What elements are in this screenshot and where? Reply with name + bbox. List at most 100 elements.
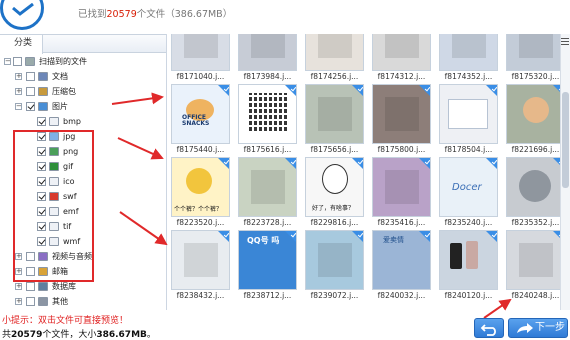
thumbnail-item[interactable]: OFFICE SNACKS f8175440.j... xyxy=(171,84,230,156)
thumbnail-image[interactable]: QQ号 吗 xyxy=(238,230,297,290)
thumbnail-item[interactable]: f8223728.j... xyxy=(238,157,297,229)
selected-check-icon[interactable] xyxy=(419,85,430,96)
thumbnail-item[interactable]: f8171040.j... xyxy=(171,34,230,83)
checkbox[interactable] xyxy=(26,282,35,291)
selected-check-icon[interactable] xyxy=(553,85,560,96)
collapse-toggle[interactable]: − xyxy=(15,103,22,110)
selected-check-icon[interactable] xyxy=(218,85,229,96)
thumbnail-image[interactable] xyxy=(372,157,431,217)
file-name: f8223728.j... xyxy=(243,218,292,227)
qq-text: QQ号 吗 xyxy=(247,236,280,245)
thumbnail-item[interactable]: f8174256.j... xyxy=(305,34,364,83)
other-icon xyxy=(38,297,48,306)
selected-check-icon[interactable] xyxy=(352,231,363,242)
tab-category[interactable]: 分类 xyxy=(0,35,44,54)
selected-check-icon[interactable] xyxy=(352,158,363,169)
thumbnail-item[interactable]: QQ号 吗 f8238712.j... xyxy=(238,230,297,302)
thumbnail-image[interactable] xyxy=(439,34,498,71)
thumbnail-image[interactable]: 爱卖情 xyxy=(372,230,431,290)
thumbnail-item[interactable]: f8240248.j... xyxy=(506,230,560,302)
thumbnail-image[interactable] xyxy=(506,230,560,290)
qr-code-rows xyxy=(249,93,287,131)
selected-check-icon[interactable] xyxy=(218,158,229,169)
checkbox[interactable] xyxy=(26,102,35,111)
back-button[interactable] xyxy=(474,318,504,338)
tree-item-2[interactable]: − 图片 xyxy=(0,99,166,114)
file-name: f8175800.j... xyxy=(377,145,426,154)
tree-root[interactable]: − 扫描到的文件 xyxy=(0,54,166,69)
found-count: 20579 xyxy=(106,9,137,20)
thumbnail-item[interactable]: f8238432.j... xyxy=(171,230,230,302)
tree-item-0[interactable]: + 文档 xyxy=(0,69,166,84)
view-menu-icon[interactable] xyxy=(561,38,569,45)
checkbox[interactable] xyxy=(26,87,35,96)
selected-check-icon[interactable] xyxy=(486,85,497,96)
tree-item-bmp[interactable]: bmp xyxy=(0,114,166,129)
selected-check-icon[interactable] xyxy=(352,85,363,96)
checkbox[interactable] xyxy=(13,57,22,66)
thumbnail-image[interactable]: OFFICE SNACKS xyxy=(171,84,230,144)
selected-check-icon[interactable] xyxy=(553,231,560,242)
selected-check-icon[interactable] xyxy=(285,158,296,169)
sign-text: 爱卖情 xyxy=(383,236,404,244)
thumbnail-item[interactable]: Docer f8235240.j... xyxy=(439,157,498,229)
thumbnail-item[interactable]: 个个裤？个个裤？ f8223520.j... xyxy=(171,157,230,229)
thumbnail-item[interactable]: f8239072.j... xyxy=(305,230,364,302)
thumbnail-item[interactable]: f8174352.j... xyxy=(439,34,498,83)
checkbox[interactable] xyxy=(26,72,35,81)
tree-item-1[interactable]: + 压缩包 xyxy=(0,84,166,99)
thumbnail-image[interactable] xyxy=(305,34,364,71)
thumbnail-image[interactable] xyxy=(506,34,560,71)
expand-toggle[interactable]: + xyxy=(15,73,22,80)
thumbnail-item[interactable]: f8240120.j... xyxy=(439,230,498,302)
thumbnail-image[interactable]: 个个裤？个个裤？ xyxy=(171,157,230,217)
thumbnail-item[interactable]: f8235416.j... xyxy=(372,157,431,229)
thumbnail-image[interactable] xyxy=(238,84,297,144)
thumbnail-item[interactable]: f8175800.j... xyxy=(372,84,431,156)
vertical-scrollbar[interactable] xyxy=(560,34,570,310)
thumbnail-item[interactable]: f8175616.j... xyxy=(238,84,297,156)
thumbnail-image[interactable]: 好了，有啥事？ xyxy=(305,157,364,217)
thumbnail-image[interactable] xyxy=(238,157,297,217)
expand-toggle[interactable]: + xyxy=(15,283,22,290)
expand-toggle[interactable]: + xyxy=(15,88,22,95)
thumbnail-image[interactable] xyxy=(238,34,297,71)
thumbnail-image[interactable] xyxy=(372,84,431,144)
thumbnail-image[interactable] xyxy=(305,84,364,144)
checkbox[interactable] xyxy=(37,117,46,126)
thumbnail-image[interactable] xyxy=(439,84,498,144)
thumbnail-image[interactable] xyxy=(506,157,560,217)
thumbnail-image[interactable] xyxy=(171,230,230,290)
checkbox[interactable] xyxy=(26,297,35,306)
thumbnail-item[interactable]: f8175320.j... xyxy=(506,34,560,83)
thumbnail-item[interactable]: f8174312.j... xyxy=(372,34,431,83)
thumbnail-image[interactable] xyxy=(171,34,230,71)
thumbnail-image[interactable] xyxy=(305,230,364,290)
thumbnail-image[interactable] xyxy=(439,230,498,290)
next-step-button[interactable]: 下一步 xyxy=(508,318,568,338)
thumbnail-image[interactable]: Docer xyxy=(439,157,498,217)
thumbnail-item[interactable]: 好了，有啥事？ f8229816.j... xyxy=(305,157,364,229)
thumbnail-item[interactable]: f8235352.j... xyxy=(506,157,560,229)
selected-check-icon[interactable] xyxy=(285,231,296,242)
tree-item-bottom-3[interactable]: + 其他 xyxy=(0,294,166,309)
selected-check-icon[interactable] xyxy=(218,231,229,242)
thumbnail-item[interactable]: f8221696.j... xyxy=(506,84,560,156)
photo-content xyxy=(318,34,352,58)
selected-check-icon[interactable] xyxy=(419,231,430,242)
thumbnail-item[interactable]: f8173984.j... xyxy=(238,34,297,83)
selected-check-icon[interactable] xyxy=(486,231,497,242)
selected-check-icon[interactable] xyxy=(419,158,430,169)
thumbnail-image[interactable] xyxy=(372,34,431,71)
expand-toggle[interactable]: + xyxy=(15,298,22,305)
meme-face xyxy=(322,164,348,194)
thumbnail-item[interactable]: 爱卖情 f8240032.j... xyxy=(372,230,431,302)
scrollbar-thumb[interactable] xyxy=(562,92,569,188)
selected-check-icon[interactable] xyxy=(553,158,560,169)
thumbnail-image[interactable] xyxy=(506,84,560,144)
file-name: f8240032.j... xyxy=(377,291,426,300)
collapse-toggle[interactable]: − xyxy=(4,58,11,65)
selected-check-icon[interactable] xyxy=(486,158,497,169)
thumbnail-item[interactable]: f8178504.j... xyxy=(439,84,498,156)
thumbnail-item[interactable]: f8175656.j... xyxy=(305,84,364,156)
